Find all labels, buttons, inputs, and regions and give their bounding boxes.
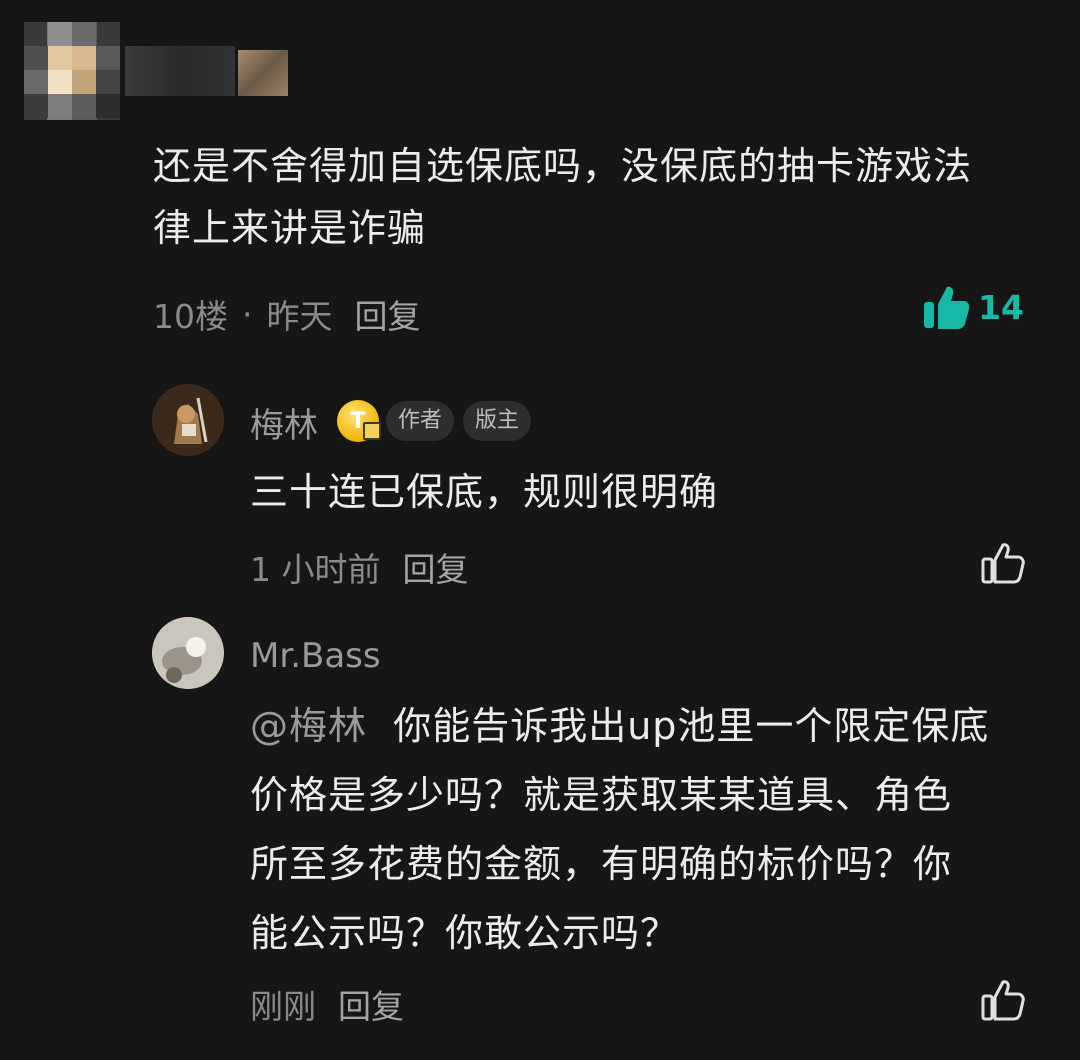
reply-text-line: 能公示吗？你敢公示吗？	[250, 911, 680, 955]
mention-link[interactable]: @梅林	[250, 704, 367, 748]
like-button[interactable]: 14	[922, 284, 1024, 330]
reply-button[interactable]: 回复	[403, 543, 469, 591]
floor-number: 10楼	[153, 297, 228, 336]
main-comment-line: 还是不舍得加自选保底吗，没保底的抽卡游戏法	[153, 144, 973, 188]
comment-time: 昨天	[266, 297, 333, 336]
thumbs-up-filled-icon	[924, 286, 970, 329]
meta-separator: ·	[242, 294, 253, 334]
blurred-badge	[238, 50, 288, 96]
thumbs-up-outline-icon[interactable]	[980, 540, 1026, 586]
author-tag: 作者	[386, 401, 455, 441]
reply-button[interactable]: 回复	[355, 290, 421, 338]
main-comment-meta: 10楼 · 昨天 回复	[153, 290, 421, 338]
moderator-tag: 版主	[463, 401, 532, 441]
blurred-avatar[interactable]	[24, 22, 120, 120]
reply-time: 1 小时前	[250, 550, 381, 589]
reply-text-line: @梅林 你能告诉我出up池里一个限定保底	[250, 692, 1040, 761]
reply-text-line: 所至多花费的金额，有明确的标价吗？你	[250, 842, 953, 886]
like-count: 14	[978, 287, 1024, 327]
main-comment-line: 律上来讲是诈骗	[153, 206, 427, 250]
level-badge-icon: T	[337, 400, 381, 442]
reply-time: 刚刚	[250, 987, 316, 1026]
comment-thread: 还是不舍得加自选保底吗，没保底的抽卡游戏法 律上来讲是诈骗 10楼 · 昨天 回…	[0, 0, 1080, 1060]
reply-text: @梅林 你能告诉我出up池里一个限定保底 价格是多少吗？就是获取某某道具、角色 …	[250, 692, 1040, 968]
reply-text: 三十连已保底，规则很明确	[250, 470, 719, 514]
reply-text-line: 价格是多少吗？就是获取某某道具、角色	[250, 773, 953, 817]
avatar[interactable]	[152, 384, 224, 456]
reply-username[interactable]: Mr.Bass	[250, 636, 381, 676]
character-avatar-image	[152, 384, 224, 456]
blurred-username[interactable]	[125, 46, 235, 96]
reply-text-segment: 你能告诉我出up池里一个限定保底	[393, 704, 990, 748]
reply-meta: 刚刚 回复	[250, 980, 404, 1028]
main-comment-text: 还是不舍得加自选保底吗，没保底的抽卡游戏法 律上来讲是诈骗	[153, 135, 1053, 259]
reply-meta: 1 小时前 回复	[250, 543, 469, 591]
avatar[interactable]	[152, 617, 224, 689]
thumbs-up-outline-icon[interactable]	[980, 977, 1026, 1023]
user-avatar-image	[152, 617, 224, 689]
reply-username[interactable]: 梅林	[250, 398, 318, 447]
reply-button[interactable]: 回复	[338, 980, 404, 1028]
